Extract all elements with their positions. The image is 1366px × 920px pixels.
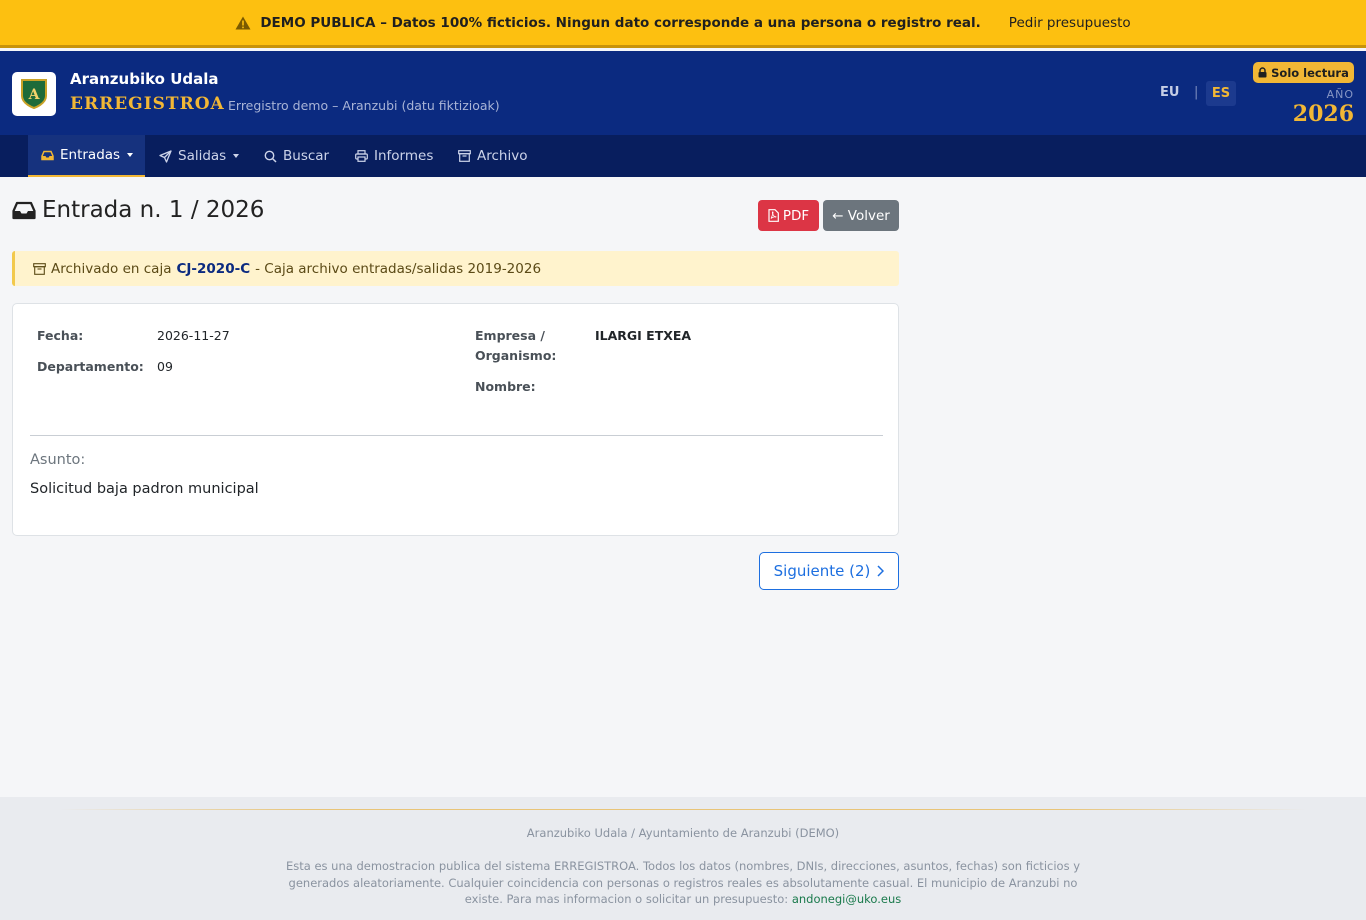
readonly-badge-label: Solo lectura bbox=[1271, 65, 1349, 80]
nav-item-archivo[interactable]: Archivo bbox=[458, 135, 527, 177]
app-subtitle: Erregistro demo – Aranzubi (datu fiktizi… bbox=[228, 98, 500, 113]
current-year: 2026 bbox=[1292, 101, 1354, 127]
inbox-icon bbox=[12, 201, 36, 219]
fecha-value: 2026-11-27 bbox=[157, 328, 230, 343]
search-icon bbox=[264, 150, 277, 163]
organismo-label: Organismo: bbox=[475, 348, 557, 363]
footer-divider bbox=[60, 809, 1306, 810]
archive-icon bbox=[33, 262, 46, 275]
nav-item-label: Archivo bbox=[477, 148, 528, 164]
pdf-file-icon bbox=[768, 209, 779, 222]
nav-item-salidas[interactable]: Salidas bbox=[159, 135, 240, 177]
coat-of-arms-icon: A bbox=[21, 79, 47, 110]
chevron-right-icon bbox=[877, 565, 885, 577]
nav-item-label: Informes bbox=[374, 148, 434, 164]
next-button-label: Siguiente (2) bbox=[773, 562, 871, 580]
main-nav: Entradas Salidas Buscar Informes Archivo bbox=[0, 135, 1366, 177]
demo-banner-text: DEMO PUBLICA – Datos 100% ficticios. Nin… bbox=[260, 14, 981, 31]
language-eu-link[interactable]: EU bbox=[1160, 85, 1179, 100]
demo-banner: DEMO PUBLICA – Datos 100% ficticios. Nin… bbox=[0, 0, 1366, 48]
nav-item-buscar[interactable]: Buscar bbox=[264, 135, 329, 177]
nav-item-entradas[interactable]: Entradas bbox=[28, 135, 145, 177]
lock-icon bbox=[1258, 67, 1267, 78]
nombre-label: Nombre: bbox=[475, 379, 536, 394]
divider bbox=[30, 435, 883, 436]
chevron-down-icon bbox=[233, 154, 240, 158]
app-title: ERREGISTROA bbox=[70, 94, 225, 114]
page-title: Entrada n. 1 / 2026 bbox=[12, 197, 264, 223]
next-entry-button[interactable]: Siguiente (2) bbox=[759, 552, 899, 590]
app-header: A Aranzubiko Udala ERREGISTROA Erregistr… bbox=[0, 51, 1366, 135]
pdf-button[interactable]: PDF bbox=[758, 200, 819, 231]
municipality-logo[interactable]: A bbox=[12, 72, 56, 116]
footer-email-link[interactable]: andonegi@uko.eus bbox=[792, 892, 901, 906]
back-button[interactable]: ← Volver bbox=[823, 200, 899, 231]
departamento-value: 09 bbox=[157, 359, 173, 374]
asunto-label: Asunto: bbox=[30, 452, 86, 468]
paper-plane-icon bbox=[159, 149, 172, 163]
departamento-label: Departamento: bbox=[37, 359, 144, 374]
svg-text:A: A bbox=[28, 87, 41, 103]
footer-disclaimer-text: Esta es una demostracion publica del sis… bbox=[285, 859, 1081, 906]
chevron-down-icon bbox=[127, 153, 134, 157]
archive-icon bbox=[458, 150, 471, 162]
page-footer: Aranzubiko Udala / Ayuntamiento de Aranz… bbox=[0, 797, 1366, 920]
archive-prefix: Archivado en caja bbox=[51, 260, 172, 277]
nav-item-informes[interactable]: Informes bbox=[355, 135, 433, 177]
footer-org: Aranzubiko Udala / Ayuntamiento de Aranz… bbox=[526, 826, 840, 840]
printer-icon bbox=[355, 150, 368, 162]
nav-item-label: Buscar bbox=[283, 148, 330, 164]
request-quote-link[interactable]: Pedir presupuesto bbox=[1009, 15, 1131, 31]
year-label: AÑO bbox=[1326, 88, 1354, 101]
footer-disclaimer: Esta es una demostracion publica del sis… bbox=[283, 858, 1083, 908]
archive-suffix: - Caja archivo entradas/salidas 2019-202… bbox=[255, 260, 542, 277]
language-es-link[interactable]: ES bbox=[1206, 81, 1236, 106]
archive-box-code[interactable]: CJ-2020-C bbox=[176, 261, 250, 277]
nav-item-label: Entradas bbox=[60, 147, 121, 163]
page-title-text: Entrada n. 1 / 2026 bbox=[42, 197, 265, 223]
language-separator: | bbox=[1194, 85, 1199, 100]
asunto-value: Solicitud baja padron municipal bbox=[30, 481, 259, 497]
empresa-value: ILARGI ETXEA bbox=[595, 328, 692, 343]
pdf-button-label: PDF bbox=[782, 207, 810, 224]
entry-detail-card: Fecha: 2026-11-27 Departamento: 09 Empre… bbox=[12, 303, 899, 536]
org-name: Aranzubiko Udala bbox=[70, 70, 219, 88]
fecha-label: Fecha: bbox=[37, 328, 84, 343]
nav-item-label: Salidas bbox=[178, 148, 227, 164]
inbox-icon bbox=[41, 150, 54, 160]
empresa-label: Empresa / bbox=[475, 328, 545, 343]
readonly-badge: Solo lectura bbox=[1253, 62, 1354, 83]
warning-icon bbox=[235, 16, 251, 29]
archive-alert: Archivado en caja CJ-2020-C - Caja archi… bbox=[12, 251, 899, 286]
